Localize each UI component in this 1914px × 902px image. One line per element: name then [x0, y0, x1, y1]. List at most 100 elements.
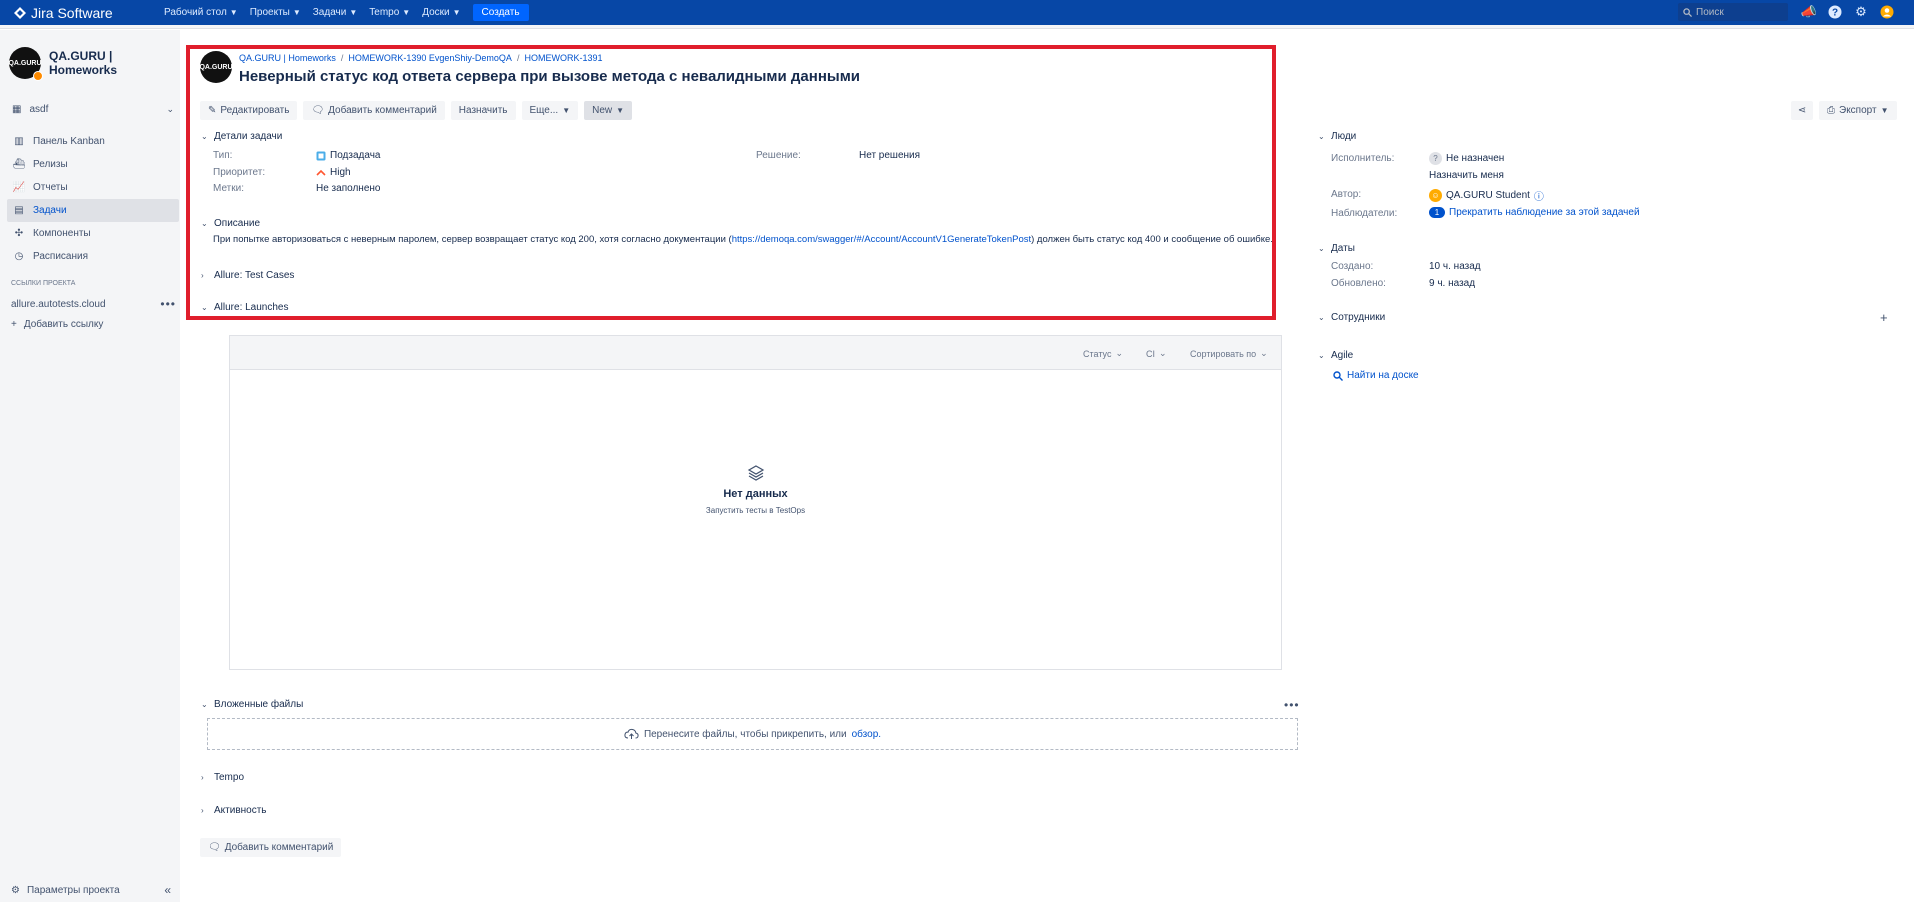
filter-ci[interactable]: CI ⌄ — [1146, 348, 1167, 359]
browse-link[interactable]: обзор. — [852, 729, 881, 740]
jira-icon — [14, 6, 26, 19]
chevron-down-icon: ▼ — [562, 106, 571, 115]
bottom-add-comment-button[interactable]: 🗨 Добавить комментарий — [200, 838, 342, 857]
swagger-link[interactable]: https://demoqa.com/swagger/#/Account/Acc… — [732, 234, 1031, 245]
chevron-down-icon: ▼ — [616, 106, 625, 115]
breadcrumb-project[interactable]: QA.GURU | Homeworks — [239, 53, 336, 63]
help-icon[interactable]: ? — [1826, 3, 1844, 21]
menu-boards[interactable]: Доски ▼ — [416, 0, 466, 25]
tempo-section-toggle[interactable]: › Tempo — [201, 772, 244, 783]
user-avatar[interactable] — [1878, 3, 1896, 21]
dates-section-toggle[interactable]: ⌄ Даты — [1318, 243, 1355, 254]
search-icon — [1333, 370, 1343, 381]
filter-sort[interactable]: Сортировать по ⌄ — [1190, 348, 1268, 359]
sidebar-item-releases[interactable]: ⛴ Релизы — [7, 153, 179, 176]
puzzle-icon: ✣ — [14, 228, 24, 239]
allure-launches-toggle[interactable]: ⌄ Allure: Launches — [201, 302, 289, 313]
allure-test-cases-toggle[interactable]: › Allure: Test Cases — [201, 270, 294, 281]
attachment-dropzone[interactable]: Перенесите файлы, чтобы прикрепить, или … — [207, 718, 1298, 750]
chevron-down-icon: ⌄ — [1318, 351, 1325, 360]
chevron-right-icon: › — [201, 271, 204, 280]
watchers-value: 1 Прекратить наблюдение за этой задачей — [1429, 207, 1640, 218]
subtask-icon — [316, 151, 326, 160]
chevron-down-icon: ⌄ — [1260, 348, 1268, 358]
find-on-board-link[interactable]: Найти на доске — [1333, 370, 1419, 381]
description-section-toggle[interactable]: ⌄ Описание — [201, 218, 260, 229]
filter-status[interactable]: Статус ⌄ — [1083, 348, 1123, 359]
export-button[interactable]: ⎙ Экспорт ▼ — [1819, 101, 1897, 120]
search-icon — [1683, 7, 1692, 17]
reporter-label: Автор: — [1331, 189, 1362, 200]
launches-empty-state: Нет данных Запустить тесты в TestOps — [230, 464, 1281, 515]
priority-high-icon — [316, 169, 326, 176]
add-comment-button[interactable]: 🗨 Добавить комментарий — [303, 101, 445, 120]
sidebar-item-components[interactable]: ✣ Компоненты — [7, 222, 179, 245]
jira-logo[interactable]: Jira Software — [14, 5, 134, 21]
attachments-more-icon[interactable]: ••• — [1284, 698, 1300, 712]
breadcrumb-issue[interactable]: HOMEWORK-1391 — [524, 53, 602, 63]
project-badge-icon — [33, 71, 43, 81]
plus-icon: + — [11, 319, 17, 330]
created-value: 10 ч. назад — [1429, 261, 1481, 272]
empty-title: Нет данных — [723, 488, 788, 500]
settings-gear-icon[interactable]: ⚙ — [1852, 3, 1870, 21]
project-link[interactable]: allure.autotests.cloud ••• — [11, 297, 176, 311]
details-section-toggle[interactable]: ⌄ Детали задачи — [201, 131, 282, 142]
project-links-title: ССЫЛКИ ПРОЕКТА — [11, 280, 76, 287]
project-header[interactable]: QA.GURU QA.GURU | Homeworks — [8, 47, 180, 81]
more-icon[interactable]: ••• — [160, 297, 176, 311]
assign-button[interactable]: Назначить — [450, 101, 516, 120]
collapse-sidebar-icon[interactable]: « — [164, 883, 171, 897]
sidebar-item-schedules[interactable]: ◷ Расписания — [7, 245, 179, 268]
employees-section-toggle[interactable]: ⌄ Сотрудники — [1318, 312, 1385, 323]
main-menu: Рабочий стол ▼ Проекты ▼ Задачи ▼ Tempo ▼ До… — [158, 0, 529, 25]
chevron-down-icon: ▼ — [452, 8, 461, 17]
edit-button[interactable]: ✎ Редактировать — [200, 101, 298, 120]
board-selector[interactable]: ▦ asdf ⌄ — [12, 104, 174, 115]
menu-tempo[interactable]: Tempo ▼ — [363, 0, 416, 25]
type-value: Подзадача — [316, 150, 380, 161]
issue-project-avatar: QA.GURU — [199, 51, 233, 83]
chevron-down-icon: ▼ — [229, 8, 238, 17]
info-icon[interactable]: ⓘ — [1534, 188, 1544, 203]
board-icon: ▦ — [12, 104, 22, 115]
activity-section-toggle[interactable]: › Активность — [201, 805, 267, 816]
menu-issues[interactable]: Задачи ▼ — [307, 0, 364, 25]
menu-projects[interactable]: Проекты ▼ — [244, 0, 307, 25]
assign-to-me-link[interactable]: Назначить меня — [1429, 170, 1504, 181]
stop-watching-link[interactable]: Прекратить наблюдение за этой задачей — [1449, 207, 1640, 218]
add-link-button[interactable]: + Добавить ссылку — [11, 319, 103, 330]
share-icon: ⋖ — [1797, 105, 1807, 116]
sidebar-item-issues[interactable]: ▤ Задачи — [7, 199, 179, 222]
attachments-section-toggle[interactable]: ⌄ Вложенные файлы — [201, 699, 303, 710]
pencil-icon: ✎ — [208, 105, 217, 116]
chevron-down-icon: ⌄ — [1318, 313, 1325, 322]
project-name: QA.GURU | Homeworks — [49, 49, 118, 77]
project-settings[interactable]: ⚙ Параметры проекта « — [11, 883, 171, 897]
sidebar-item-kanban[interactable]: ▥ Панель Kanban — [7, 130, 179, 153]
priority-value: High — [316, 167, 351, 178]
share-button[interactable]: ⋖ — [1791, 101, 1813, 120]
sub-header-strip — [0, 25, 1914, 29]
chevron-right-icon: › — [201, 773, 204, 782]
updated-value: 9 ч. назад — [1429, 278, 1476, 289]
menu-dashboard[interactable]: Рабочий стол ▼ — [158, 0, 244, 25]
agile-section-toggle[interactable]: ⌄ Agile — [1318, 350, 1353, 361]
status-button[interactable]: New ▼ — [584, 101, 633, 120]
chevron-down-icon: ▼ — [402, 8, 411, 17]
breadcrumb-parent[interactable]: HOMEWORK-1390 EvgenShiy-DemoQA — [348, 53, 512, 63]
kanban-icon: ▥ — [14, 136, 24, 147]
add-employee-plus-icon[interactable]: + — [1880, 310, 1888, 325]
issue-right-tools: ⋖ ⎙ Экспорт ▼ — [1791, 101, 1897, 120]
people-section-toggle[interactable]: ⌄ Люди — [1318, 131, 1356, 142]
chevron-down-icon: ⌄ — [201, 219, 208, 228]
create-button[interactable]: Создать — [472, 4, 529, 21]
run-tests-link[interactable]: Запустить тесты в TestOps — [706, 506, 805, 515]
chevron-down-icon: ⌄ — [1115, 348, 1123, 358]
more-button[interactable]: Еще... ▼ — [521, 101, 579, 120]
search-input[interactable]: Поиск — [1678, 3, 1788, 21]
launches-filter-bar: Статус ⌄ CI ⌄ Сортировать по ⌄ — [230, 336, 1281, 370]
megaphone-icon[interactable]: 📣 — [1800, 3, 1818, 21]
updated-label: Обновлено: — [1331, 278, 1386, 289]
sidebar-item-reports[interactable]: 📈 Отчеты — [7, 176, 179, 199]
